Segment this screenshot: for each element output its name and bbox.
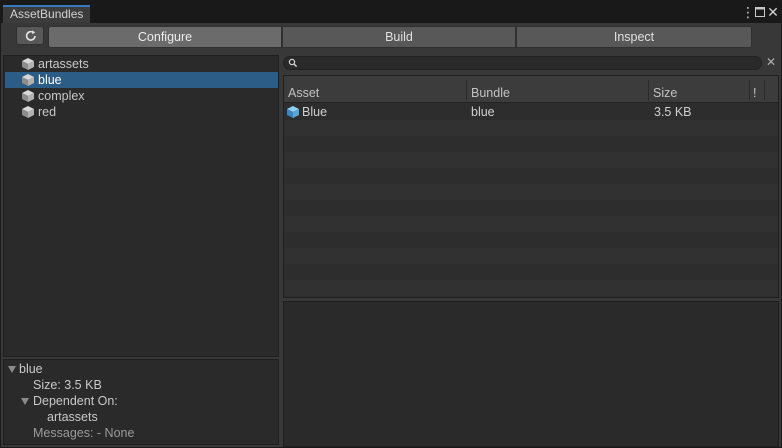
table-row-empty (284, 168, 778, 184)
bundle-tree-item-label: red (38, 105, 57, 119)
column-header-bundle[interactable]: Bundle (471, 85, 510, 101)
details-size: Size: 3.5 KB (33, 378, 102, 392)
bundle-cube-icon (22, 58, 34, 70)
column-header-message[interactable]: ! (753, 85, 756, 101)
asset-table: Asset Bundle Size ! Blue blue 3.5 KB (283, 75, 779, 298)
table-row-empty (284, 184, 778, 200)
details-messages: Messages: - None (33, 426, 135, 440)
foldout-triangle-icon[interactable] (21, 398, 29, 405)
bundle-tree-item-label: blue (38, 73, 62, 87)
bundle-tree-item-blue[interactable]: blue (5, 72, 278, 88)
details-dependency-item: artassets (47, 410, 98, 424)
table-row-empty (284, 264, 778, 280)
bundle-cube-icon (22, 106, 34, 118)
bundle-cube-icon (22, 74, 34, 86)
column-resize-handle[interactable] (648, 80, 649, 100)
asset-cube-icon (287, 106, 299, 118)
details-dependent-on-label: Dependent On: (33, 394, 118, 408)
column-resize-handle[interactable] (749, 80, 750, 100)
table-row-empty (284, 248, 778, 264)
assetbundles-window: AssetBundles ⋮ ✕ Configure Build Inspect (0, 0, 782, 448)
window-tab-assetbundles[interactable]: AssetBundles (3, 5, 91, 23)
column-header-asset[interactable]: Asset (288, 85, 319, 101)
bundle-tree-item-label: artassets (38, 57, 89, 71)
build-tab-button[interactable]: Build (282, 26, 516, 48)
cell-bundle: blue (471, 105, 495, 119)
search-input[interactable] (300, 57, 755, 69)
configure-tab-button[interactable]: Configure (48, 26, 282, 48)
bundle-cube-icon (22, 90, 34, 102)
column-resize-handle[interactable] (764, 80, 765, 100)
table-row-empty (284, 200, 778, 216)
cell-size: 3.5 KB (654, 105, 692, 119)
bundle-tree-item-complex[interactable]: complex (5, 88, 278, 104)
bundle-tree-panel: artassets blue complex red (3, 55, 279, 357)
table-row-empty (284, 120, 778, 136)
inspect-tab-button[interactable]: Inspect (516, 26, 752, 48)
table-row-empty (284, 280, 778, 296)
asset-table-header: Asset Bundle Size ! (284, 76, 778, 103)
search-field[interactable] (283, 56, 762, 70)
table-row-empty (284, 136, 778, 152)
bundle-tree-item-red[interactable]: red (5, 104, 278, 120)
column-resize-handle[interactable] (466, 80, 467, 100)
column-header-size[interactable]: Size (653, 85, 677, 101)
asset-detail-panel (283, 301, 779, 447)
foldout-triangle-icon[interactable] (8, 366, 16, 373)
close-icon[interactable]: ✕ (767, 4, 779, 20)
cell-asset: Blue (302, 105, 328, 119)
table-row-empty (284, 232, 778, 248)
bundle-details-panel: blue Size: 3.5 KB Dependent On: artasset… (3, 359, 279, 445)
search-icon (288, 58, 298, 68)
bundle-tree-item-artassets[interactable]: artassets (5, 56, 278, 72)
table-row-empty (284, 216, 778, 232)
table-row[interactable]: Blue blue 3.5 KB (284, 104, 778, 120)
bundle-tree-item-label: complex (38, 89, 85, 103)
maximize-icon[interactable] (755, 7, 765, 17)
window-tab-label: AssetBundles (10, 7, 84, 21)
window-body: Configure Build Inspect artassets blue c… (1, 23, 781, 447)
refresh-icon (25, 30, 36, 41)
refresh-button[interactable] (16, 26, 44, 45)
table-row-empty (284, 152, 778, 168)
details-bundle-name: blue (19, 362, 43, 376)
window-tab-bar: AssetBundles ⋮ ✕ (1, 1, 781, 23)
search-clear-button[interactable]: ✕ (766, 55, 776, 69)
menu-icon[interactable]: ⋮ (741, 5, 755, 19)
